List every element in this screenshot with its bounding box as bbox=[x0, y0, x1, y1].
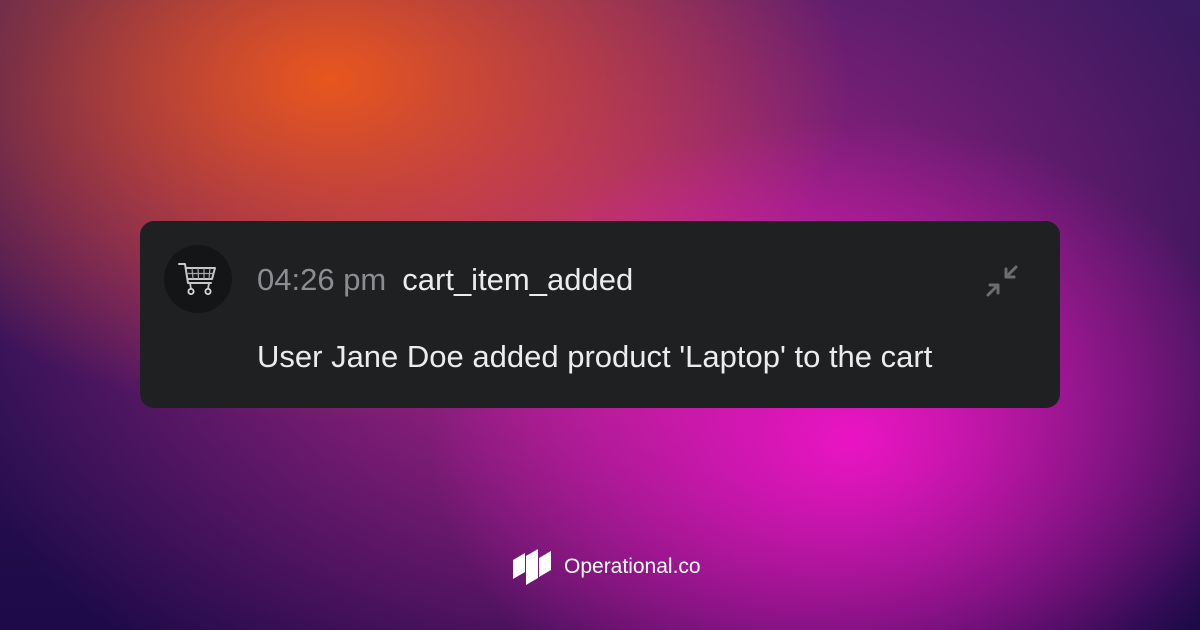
brand-name: Operational.co bbox=[564, 555, 701, 578]
event-icon-avatar bbox=[164, 245, 232, 313]
operational-logo-icon bbox=[513, 549, 551, 585]
brand: Operational.co bbox=[512, 548, 701, 586]
event-header: 04:26 pm cart_item_added bbox=[257, 260, 633, 300]
collapse-button[interactable] bbox=[978, 257, 1026, 305]
event-name: cart_item_added bbox=[402, 262, 634, 297]
event-card: 04:26 pm cart_item_added User Jane Doe a… bbox=[140, 221, 1060, 408]
page: { "event_card": { "icon": "shopping-cart… bbox=[0, 0, 1200, 630]
shopping-cart-icon bbox=[178, 263, 216, 295]
event-time: 04:26 pm bbox=[257, 262, 387, 297]
event-message: User Jane Doe added product 'Laptop' to … bbox=[257, 339, 933, 374]
minimize-arrows-icon bbox=[986, 265, 1018, 297]
